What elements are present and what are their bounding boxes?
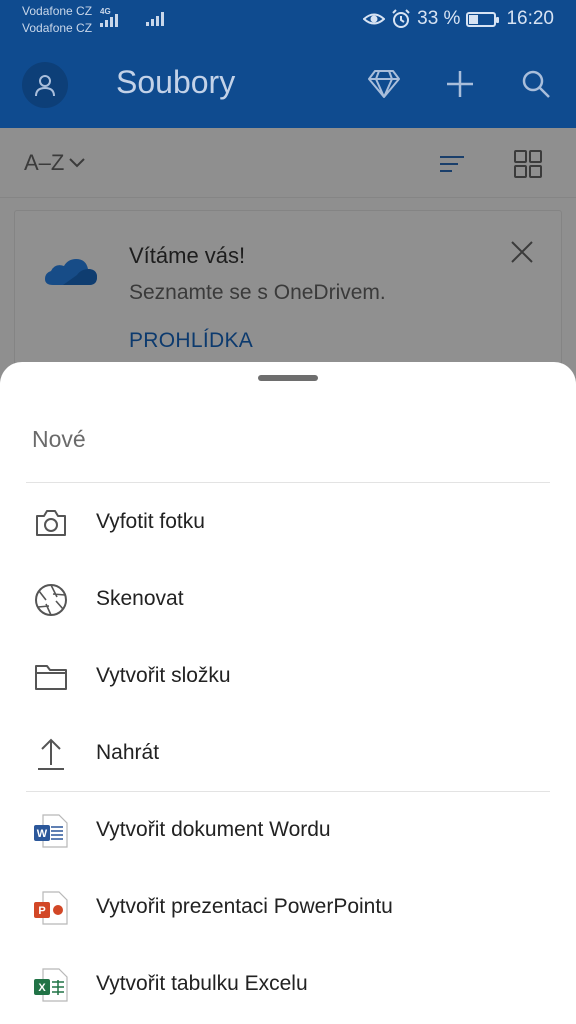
svg-text:W: W	[37, 828, 48, 840]
battery-fill	[469, 14, 479, 24]
menu-item-label: Vyfotit fotku	[96, 510, 205, 533]
sheet-title: Nové	[32, 426, 86, 452]
welcome-subtitle: Seznamte se s OneDrivem.	[129, 281, 386, 304]
search-icon	[522, 70, 550, 98]
alarm-icon	[392, 9, 410, 28]
signal-icon	[146, 12, 164, 26]
add-button[interactable]	[440, 64, 480, 104]
menu-item-label: Skenovat	[96, 587, 184, 610]
divider	[26, 791, 550, 792]
menu-item-label: Vytvořit složku	[96, 664, 231, 687]
svg-text:X: X	[38, 982, 46, 994]
signal-icon	[100, 14, 118, 27]
onedrive-cloud-icon	[45, 259, 97, 285]
tour-link[interactable]: PROHLÍDKA	[129, 329, 253, 353]
clock: 16:20	[506, 8, 554, 29]
battery-icon	[466, 11, 500, 27]
svg-text:P: P	[38, 905, 45, 917]
menu-item-create-excel[interactable]: X Vytvořit tabulku Excelu	[0, 952, 576, 1018]
menu-item-scan[interactable]: Skenovat	[0, 567, 576, 633]
powerpoint-icon: P	[32, 889, 70, 927]
chevron-down-icon	[69, 158, 86, 168]
aperture-icon	[32, 581, 70, 619]
menu-item-label: Vytvořit tabulku Excelu	[96, 972, 308, 995]
new-item-sheet: Nové Vyfotit fotku Skenovat Vytvořit slo…	[0, 362, 576, 1024]
eye-comfort-icon	[363, 13, 386, 25]
close-icon[interactable]	[509, 239, 535, 265]
carrier-label-1: Vodafone CZ	[22, 4, 93, 18]
menu-item-label: Vytvořit dokument Wordu	[96, 818, 331, 841]
battery-percent: 33 %	[417, 8, 461, 29]
menu-item-create-powerpoint[interactable]: P Vytvořit prezentaci PowerPointu	[0, 875, 576, 941]
menu-item-upload[interactable]: Nahrát	[0, 721, 576, 787]
word-icon: W	[32, 812, 70, 850]
sheet-drag-handle[interactable]	[258, 375, 318, 381]
premium-button[interactable]	[364, 64, 404, 104]
status-indicators: 33 % 16:20	[363, 8, 554, 30]
status-bar: Vodafone CZ Vodafone CZ 4G 33 % 16:20	[0, 0, 576, 42]
excel-icon: X	[32, 966, 70, 1004]
folder-icon	[32, 658, 70, 696]
menu-item-create-word[interactable]: W Vytvořit dokument Wordu	[0, 798, 576, 864]
menu-item-label: Nahrát	[96, 741, 160, 764]
camera-icon	[32, 504, 70, 542]
welcome-title: Vítáme vás!	[129, 243, 246, 268]
menu-item-create-folder[interactable]: Vytvořit složku	[0, 644, 576, 710]
welcome-card: Vítáme vás! Seznamte se s OneDrivem. PRO…	[14, 210, 562, 380]
list-toolbar: A–Z	[0, 128, 576, 198]
diamond-icon	[368, 70, 400, 98]
page-title: Soubory	[116, 64, 236, 100]
avatar[interactable]	[22, 62, 68, 108]
menu-item-label: Vytvořit prezentaci PowerPointu	[96, 895, 393, 918]
app-bar: Soubory	[0, 42, 576, 128]
search-button[interactable]	[516, 64, 556, 104]
menu-item-take-photo[interactable]: Vyfotit fotku	[0, 490, 576, 556]
carrier-label-2: Vodafone CZ	[22, 21, 93, 35]
plus-icon	[447, 71, 473, 97]
sort-button[interactable]: A–Z	[24, 150, 86, 176]
sort-label: A–Z	[24, 150, 65, 175]
avatar-icon	[35, 75, 55, 97]
divider	[26, 482, 550, 483]
sort-lines-icon[interactable]	[436, 148, 468, 180]
upload-icon	[32, 735, 70, 773]
grid-view-icon[interactable]	[512, 148, 544, 180]
